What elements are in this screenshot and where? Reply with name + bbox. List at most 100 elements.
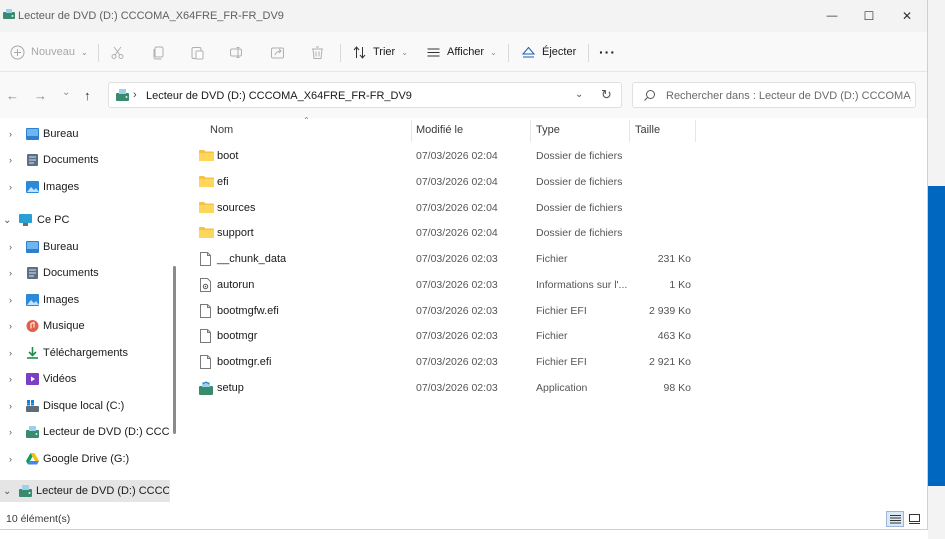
maximize-button[interactable]: ☐ (850, 0, 888, 32)
sidebar-scrollbar[interactable] (173, 266, 176, 434)
copy-button[interactable] (151, 40, 166, 64)
file-type: Dossier de fichiers (536, 176, 623, 188)
more-options-button[interactable]: ··· (599, 40, 616, 64)
chevron-right-icon[interactable]: › (9, 427, 12, 437)
file-icon (200, 304, 211, 318)
sidebar-item-google-drive[interactable]: › Google Drive (G:) (0, 448, 172, 470)
folder-icon (199, 202, 214, 213)
chevron-right-icon[interactable]: › (9, 374, 12, 384)
cut-button[interactable] (110, 40, 125, 64)
sidebar-item-dvd-drive-selected[interactable]: ⌄ Lecteur de DVD (D:) CCCOMA_X64FRE_FR-F… (0, 480, 170, 502)
chevron-right-icon[interactable]: › (9, 268, 12, 278)
close-button[interactable]: ✕ (888, 0, 926, 32)
delete-button[interactable] (310, 40, 325, 64)
view-button[interactable]: Afficher ⌄ (426, 40, 497, 64)
chevron-right-icon[interactable]: › (9, 242, 12, 252)
sidebar-item-quick-documents[interactable]: › Documents (0, 149, 172, 171)
paste-icon (191, 46, 204, 59)
dvd-drive-icon (26, 426, 39, 438)
downloads-icon (27, 347, 38, 359)
sidebar-item-bureau[interactable]: › Bureau (0, 236, 172, 258)
videos-icon (26, 373, 39, 385)
file-row[interactable]: efi 07/03/2026 02:04 Dossier de fichiers (197, 170, 697, 194)
file-row[interactable]: setup 07/03/2026 02:03 Application 98 Ko (197, 376, 697, 400)
trash-icon (312, 46, 323, 59)
item-count: 10 élément(s) (6, 513, 71, 525)
minimize-button[interactable]: — (813, 0, 851, 32)
file-modified: 07/03/2026 02:03 (416, 279, 498, 291)
search-box[interactable]: Rechercher dans : Lecteur de DVD (D:) CC… (632, 82, 916, 108)
sidebar-item-label: Documents (43, 154, 99, 166)
file-row[interactable]: bootmgr 07/03/2026 02:03 Fichier 463 Ko (197, 324, 697, 348)
column-divider[interactable] (695, 120, 696, 142)
sidebar-item-this-pc[interactable]: ⌄ Ce PC (0, 209, 172, 231)
file-row[interactable]: sources 07/03/2026 02:04 Dossier de fich… (197, 196, 697, 220)
sidebar-item-images[interactable]: › Images (0, 289, 172, 311)
chevron-right-icon[interactable]: › (9, 182, 12, 192)
file-name: boot (217, 150, 239, 162)
status-bar: 10 élément(s) (0, 508, 927, 529)
sidebar-item-music[interactable]: › Musique (0, 315, 172, 337)
column-divider[interactable] (629, 120, 630, 142)
chevron-right-icon[interactable]: › (9, 321, 12, 331)
forward-button[interactable]: → (34, 88, 47, 103)
divider (508, 44, 509, 62)
recent-locations-button[interactable]: ⌄ (62, 87, 70, 98)
column-header-name[interactable]: Nom (210, 124, 233, 136)
sidebar-item-label: Lecteur de DVD (D:) CCCOMA_X64FRE_FR-FR_… (36, 485, 169, 497)
breadcrumb-item[interactable]: Lecteur de DVD (D:) CCCOMA_X64FRE_FR-FR_… (146, 90, 412, 102)
tiles-view-button[interactable] (905, 511, 923, 527)
local-disk-icon (26, 400, 39, 412)
column-divider[interactable] (411, 120, 412, 142)
back-button[interactable]: ← (6, 88, 19, 103)
file-row[interactable]: __chunk_data 07/03/2026 02:03 Fichier 23… (197, 247, 697, 271)
maximize-icon: ☐ (863, 9, 875, 23)
chevron-down-icon[interactable]: ⌄ (3, 486, 11, 497)
file-row[interactable]: bootmgr.efi 07/03/2026 02:03 Fichier EFI… (197, 350, 697, 374)
sidebar-item-local-disk[interactable]: › Disque local (C:) (0, 395, 172, 417)
up-button[interactable]: ↑ (84, 88, 91, 103)
chevron-right-icon[interactable]: › (9, 401, 12, 411)
sidebar-item-documents[interactable]: › Documents (0, 262, 172, 284)
tiles-view-icon (908, 514, 920, 524)
chevron-down-icon[interactable]: ⌄ (575, 89, 583, 100)
column-divider[interactable] (530, 120, 531, 142)
file-modified: 07/03/2026 02:03 (416, 382, 498, 394)
eject-button[interactable]: Éjecter (521, 40, 576, 64)
chevron-right-icon[interactable]: › (9, 348, 12, 358)
file-modified: 07/03/2026 02:03 (416, 330, 498, 342)
sidebar-item-label: Musique (43, 320, 85, 332)
chevron-right-icon[interactable]: › (9, 129, 12, 139)
sidebar-item-label: Images (43, 294, 80, 306)
column-header-size[interactable]: Taille (635, 124, 660, 136)
sort-button[interactable]: Trier ⌄ (352, 40, 408, 64)
file-row[interactable]: support 07/03/2026 02:04 Dossier de fich… (197, 221, 697, 245)
new-button[interactable]: Nouveau ⌄ (10, 40, 88, 64)
details-view-button[interactable] (886, 511, 904, 527)
file-name: support (217, 227, 254, 239)
sidebar-item-dvd-drive[interactable]: › Lecteur de DVD (D:) CCCOMA_X64FRE_FR-F… (0, 421, 172, 443)
sidebar-item-quick-bureau[interactable]: › Bureau (0, 123, 172, 145)
file-row[interactable]: boot 07/03/2026 02:04 Dossier de fichier… (197, 144, 697, 168)
address-bar[interactable]: › Lecteur de DVD (D:) CCCOMA_X64FRE_FR-F… (108, 82, 622, 108)
rename-button[interactable] (229, 40, 244, 64)
refresh-icon[interactable]: ↻ (601, 87, 612, 103)
share-button[interactable] (270, 40, 285, 64)
column-header-type[interactable]: Type (536, 124, 560, 136)
paste-button[interactable] (190, 40, 205, 64)
chevron-right-icon[interactable]: › (9, 454, 12, 464)
setup-app-icon (199, 381, 213, 395)
chevron-right-icon[interactable]: › (9, 155, 12, 165)
column-header-modified[interactable]: Modifié le (416, 124, 463, 136)
chevron-right-icon[interactable]: › (9, 295, 12, 305)
file-row[interactable]: autorun 07/03/2026 02:03 Informations su… (197, 273, 697, 297)
more-icon: ··· (599, 44, 616, 60)
file-row[interactable]: bootmgfw.efi 07/03/2026 02:03 Fichier EF… (197, 299, 697, 323)
chevron-down-icon[interactable]: ⌄ (3, 215, 11, 226)
sidebar-item-videos[interactable]: › Vidéos (0, 368, 172, 390)
file-name: bootmgr (217, 330, 258, 342)
sidebar-item-quick-images[interactable]: › Images (0, 176, 172, 198)
copy-icon (153, 46, 164, 59)
search-icon (644, 90, 655, 101)
sidebar-item-downloads[interactable]: › Téléchargements (0, 342, 172, 364)
